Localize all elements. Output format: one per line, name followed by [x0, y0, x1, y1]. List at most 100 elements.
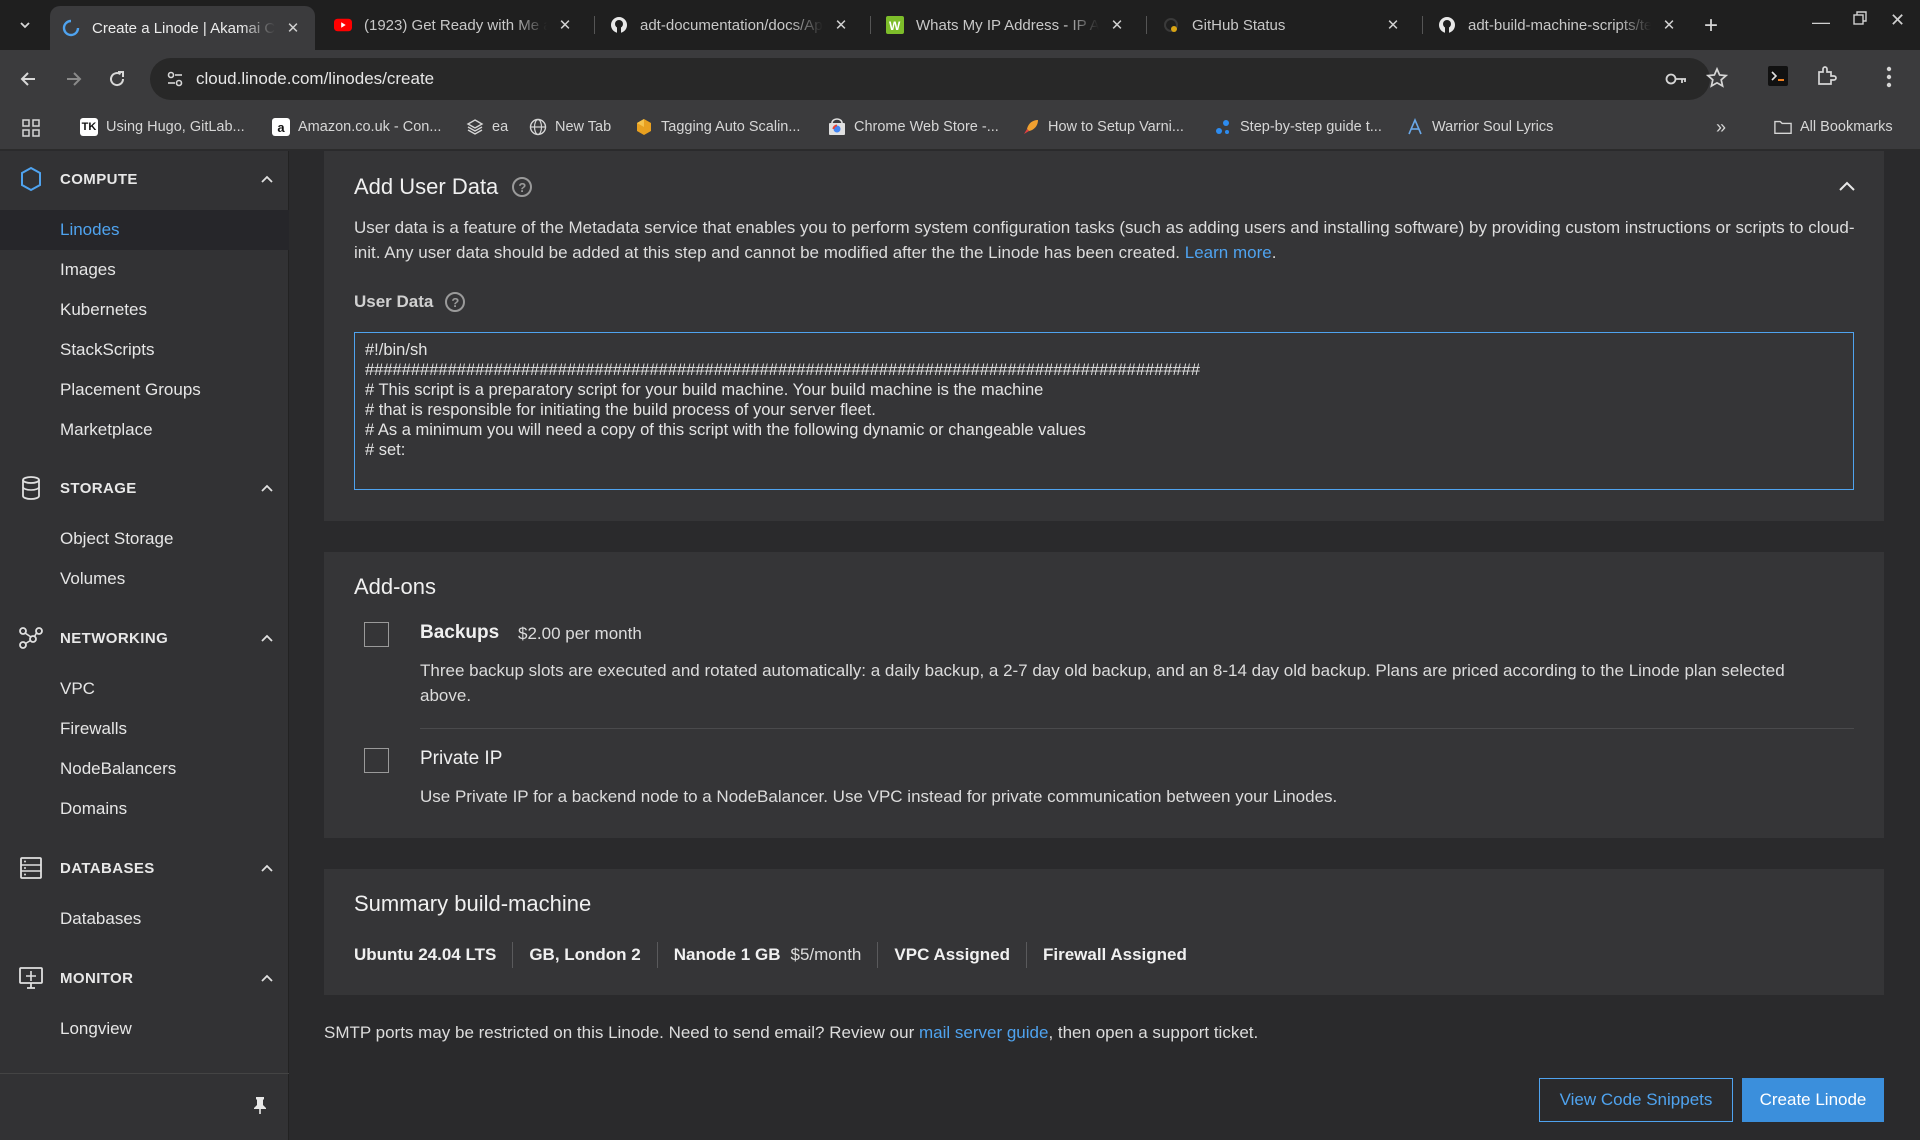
pin-icon[interactable]	[252, 1095, 268, 1120]
tk-icon: TK	[80, 118, 98, 136]
sidebar-item-kubernetes[interactable]: Kubernetes	[0, 290, 289, 330]
bookmark-step-by-step[interactable]: Step-by-step guide t...	[1214, 118, 1382, 136]
bookmark-hugo[interactable]: TK Using Hugo, GitLab...	[80, 118, 245, 136]
all-bookmarks[interactable]: All Bookmarks	[1774, 118, 1893, 136]
tab-adt-documentation[interactable]: adt-documentation/docs/Ap ✕	[598, 6, 863, 44]
collapse-chevron-up-icon[interactable]	[1838, 179, 1856, 198]
sidebar-section-compute[interactable]: COMPUTE	[0, 164, 289, 194]
smtp-text: SMTP ports may be restricted on this Lin…	[324, 1023, 919, 1042]
close-icon[interactable]: ✕	[1107, 16, 1127, 34]
github-icon	[610, 16, 628, 34]
sidebar-section-databases[interactable]: DATABASES	[0, 853, 289, 883]
learn-more-link[interactable]: Learn more	[1185, 243, 1272, 262]
sidebar-section-storage[interactable]: STORAGE	[0, 473, 289, 503]
bookmark-ea[interactable]: ea	[466, 118, 508, 136]
tab-github-status[interactable]: GitHub Status ✕	[1150, 6, 1415, 44]
tab-title: adt-documentation/docs/Ap	[640, 16, 823, 34]
create-linode-button[interactable]: Create Linode	[1742, 1078, 1884, 1122]
bookmark-star-icon[interactable]	[1705, 66, 1729, 94]
close-icon[interactable]: ✕	[283, 19, 303, 37]
tab-create-linode[interactable]: Create a Linode | Akamai Cloud ✕	[50, 6, 315, 50]
backups-checkbox[interactable]	[364, 622, 389, 647]
backups-price: $2.00 per month	[518, 624, 642, 643]
tab-search-button[interactable]	[8, 9, 42, 41]
sidebar-item-vpc[interactable]: VPC	[0, 669, 289, 709]
help-icon[interactable]: ?	[445, 292, 466, 312]
chevron-down-icon	[20, 22, 30, 29]
minimize-button[interactable]: —	[1812, 12, 1830, 33]
menu-dots-icon[interactable]	[1886, 66, 1892, 93]
close-icon[interactable]: ✕	[1383, 16, 1403, 34]
sidebar-item-object-storage[interactable]: Object Storage	[0, 519, 289, 559]
password-key-icon[interactable]	[1664, 69, 1688, 94]
close-icon[interactable]: ✕	[1659, 16, 1679, 34]
sidebar-item-firewalls[interactable]: Firewalls	[0, 709, 289, 749]
more-bookmarks-chevron-icon[interactable]: »	[1716, 117, 1726, 138]
sidebar-item-images[interactable]: Images	[0, 250, 289, 290]
back-button[interactable]	[16, 66, 42, 92]
backups-title: Backups	[420, 622, 500, 643]
summary-vpc-text: VPC Assigned	[894, 945, 1010, 964]
summary-plan: Nanode 1 GB $5/month	[656, 942, 878, 968]
bookmark-amazon[interactable]: a Amazon.co.uk - Con...	[272, 118, 441, 136]
bookmark-warrior-soul[interactable]: Warrior Soul Lyrics	[1406, 118, 1553, 136]
browser-toolbar: cloud.linode.com/linodes/create	[0, 50, 1920, 108]
network-icon	[18, 625, 44, 651]
bookmark-label: How to Setup Varni...	[1048, 119, 1184, 135]
view-code-snippets-button[interactable]: View Code Snippets	[1539, 1078, 1733, 1122]
bookmark-webstore[interactable]: Chrome Web Store -...	[828, 118, 999, 136]
sidebar-item-placement-groups[interactable]: Placement Groups	[0, 370, 289, 410]
sidebar-section-monitor[interactable]: MONITOR	[0, 963, 289, 993]
sidebar-item-stackscripts[interactable]: StackScripts	[0, 330, 289, 370]
tab-strip: Create a Linode | Akamai Cloud ✕ (1923) …	[0, 0, 1920, 50]
sidebar-item-databases[interactable]: Databases	[0, 899, 289, 939]
tab-youtube[interactable]: (1923) Get Ready with Me at ✕	[322, 6, 587, 44]
sidebar-item-linodes[interactable]: Linodes	[0, 210, 289, 250]
mail-server-guide-link[interactable]: mail server guide	[919, 1023, 1048, 1042]
extensions-icon[interactable]	[1814, 64, 1838, 93]
terminal-extension-icon[interactable]	[1768, 66, 1788, 91]
site-settings-icon[interactable]	[166, 70, 184, 93]
new-tab-button[interactable]: +	[1704, 12, 1718, 40]
sidebar-item-longview[interactable]: Longview	[0, 1009, 289, 1049]
user-data-panel: Add User Data ? User data is a feature o…	[324, 151, 1884, 521]
user-data-textarea[interactable]: #!/bin/sh ##############################…	[354, 332, 1854, 490]
user-data-header: Add User Data ?	[354, 174, 533, 200]
close-icon[interactable]: ✕	[831, 16, 851, 34]
bookmark-new-tab[interactable]: New Tab	[529, 118, 611, 136]
sidebar-item-volumes[interactable]: Volumes	[0, 559, 289, 599]
bookmark-label: Step-by-step guide t...	[1240, 119, 1382, 135]
main-content: Add User Data ? User data is a feature o…	[290, 151, 1920, 1140]
help-icon[interactable]: ?	[512, 177, 533, 197]
chevron-up-icon	[260, 481, 274, 500]
private-ip-checkbox[interactable]	[364, 748, 389, 773]
svg-text:W: W	[889, 19, 901, 33]
url-text[interactable]: cloud.linode.com/linodes/create	[196, 69, 434, 89]
tab-separator	[1146, 16, 1147, 34]
address-bar[interactable]: cloud.linode.com/linodes/create	[150, 58, 1729, 100]
bookmark-tagging[interactable]: Tagging Auto Scalin...	[635, 118, 800, 136]
bookmark-label: Chrome Web Store -...	[854, 119, 999, 135]
close-icon[interactable]: ✕	[555, 16, 575, 34]
bookmark-varnish[interactable]: How to Setup Varni...	[1022, 118, 1184, 136]
section-title: STORAGE	[60, 479, 137, 497]
tab-separator	[1422, 16, 1423, 34]
stack-icon	[466, 118, 484, 136]
reload-button[interactable]	[104, 66, 130, 92]
tab-adt-build-machine-scripts[interactable]: adt-build-machine-scripts/te ✕	[1426, 6, 1691, 44]
bookmark-label: ea	[492, 119, 509, 135]
close-window-button[interactable]: ✕	[1890, 10, 1905, 31]
sidebar-item-nodebalancers[interactable]: NodeBalancers	[0, 749, 289, 789]
amazon-icon: a	[272, 118, 290, 136]
forward-button[interactable]	[60, 66, 86, 92]
bookmarks-bar: TK Using Hugo, GitLab... a Amazon.co.uk …	[0, 108, 1920, 150]
addons-divider	[420, 728, 1854, 729]
sidebar-item-marketplace[interactable]: Marketplace	[0, 410, 289, 450]
apps-grid-icon[interactable]	[22, 119, 40, 137]
sidebar-section-networking[interactable]: NETWORKING	[0, 623, 289, 653]
summary-region: GB, London 2	[512, 942, 656, 968]
restore-button[interactable]	[1852, 10, 1868, 31]
sidebar-item-domains[interactable]: Domains	[0, 789, 289, 829]
tab-whats-my-ip[interactable]: W Whats My IP Address - IP Ad ✕	[874, 6, 1139, 44]
chevron-up-icon	[260, 971, 274, 990]
